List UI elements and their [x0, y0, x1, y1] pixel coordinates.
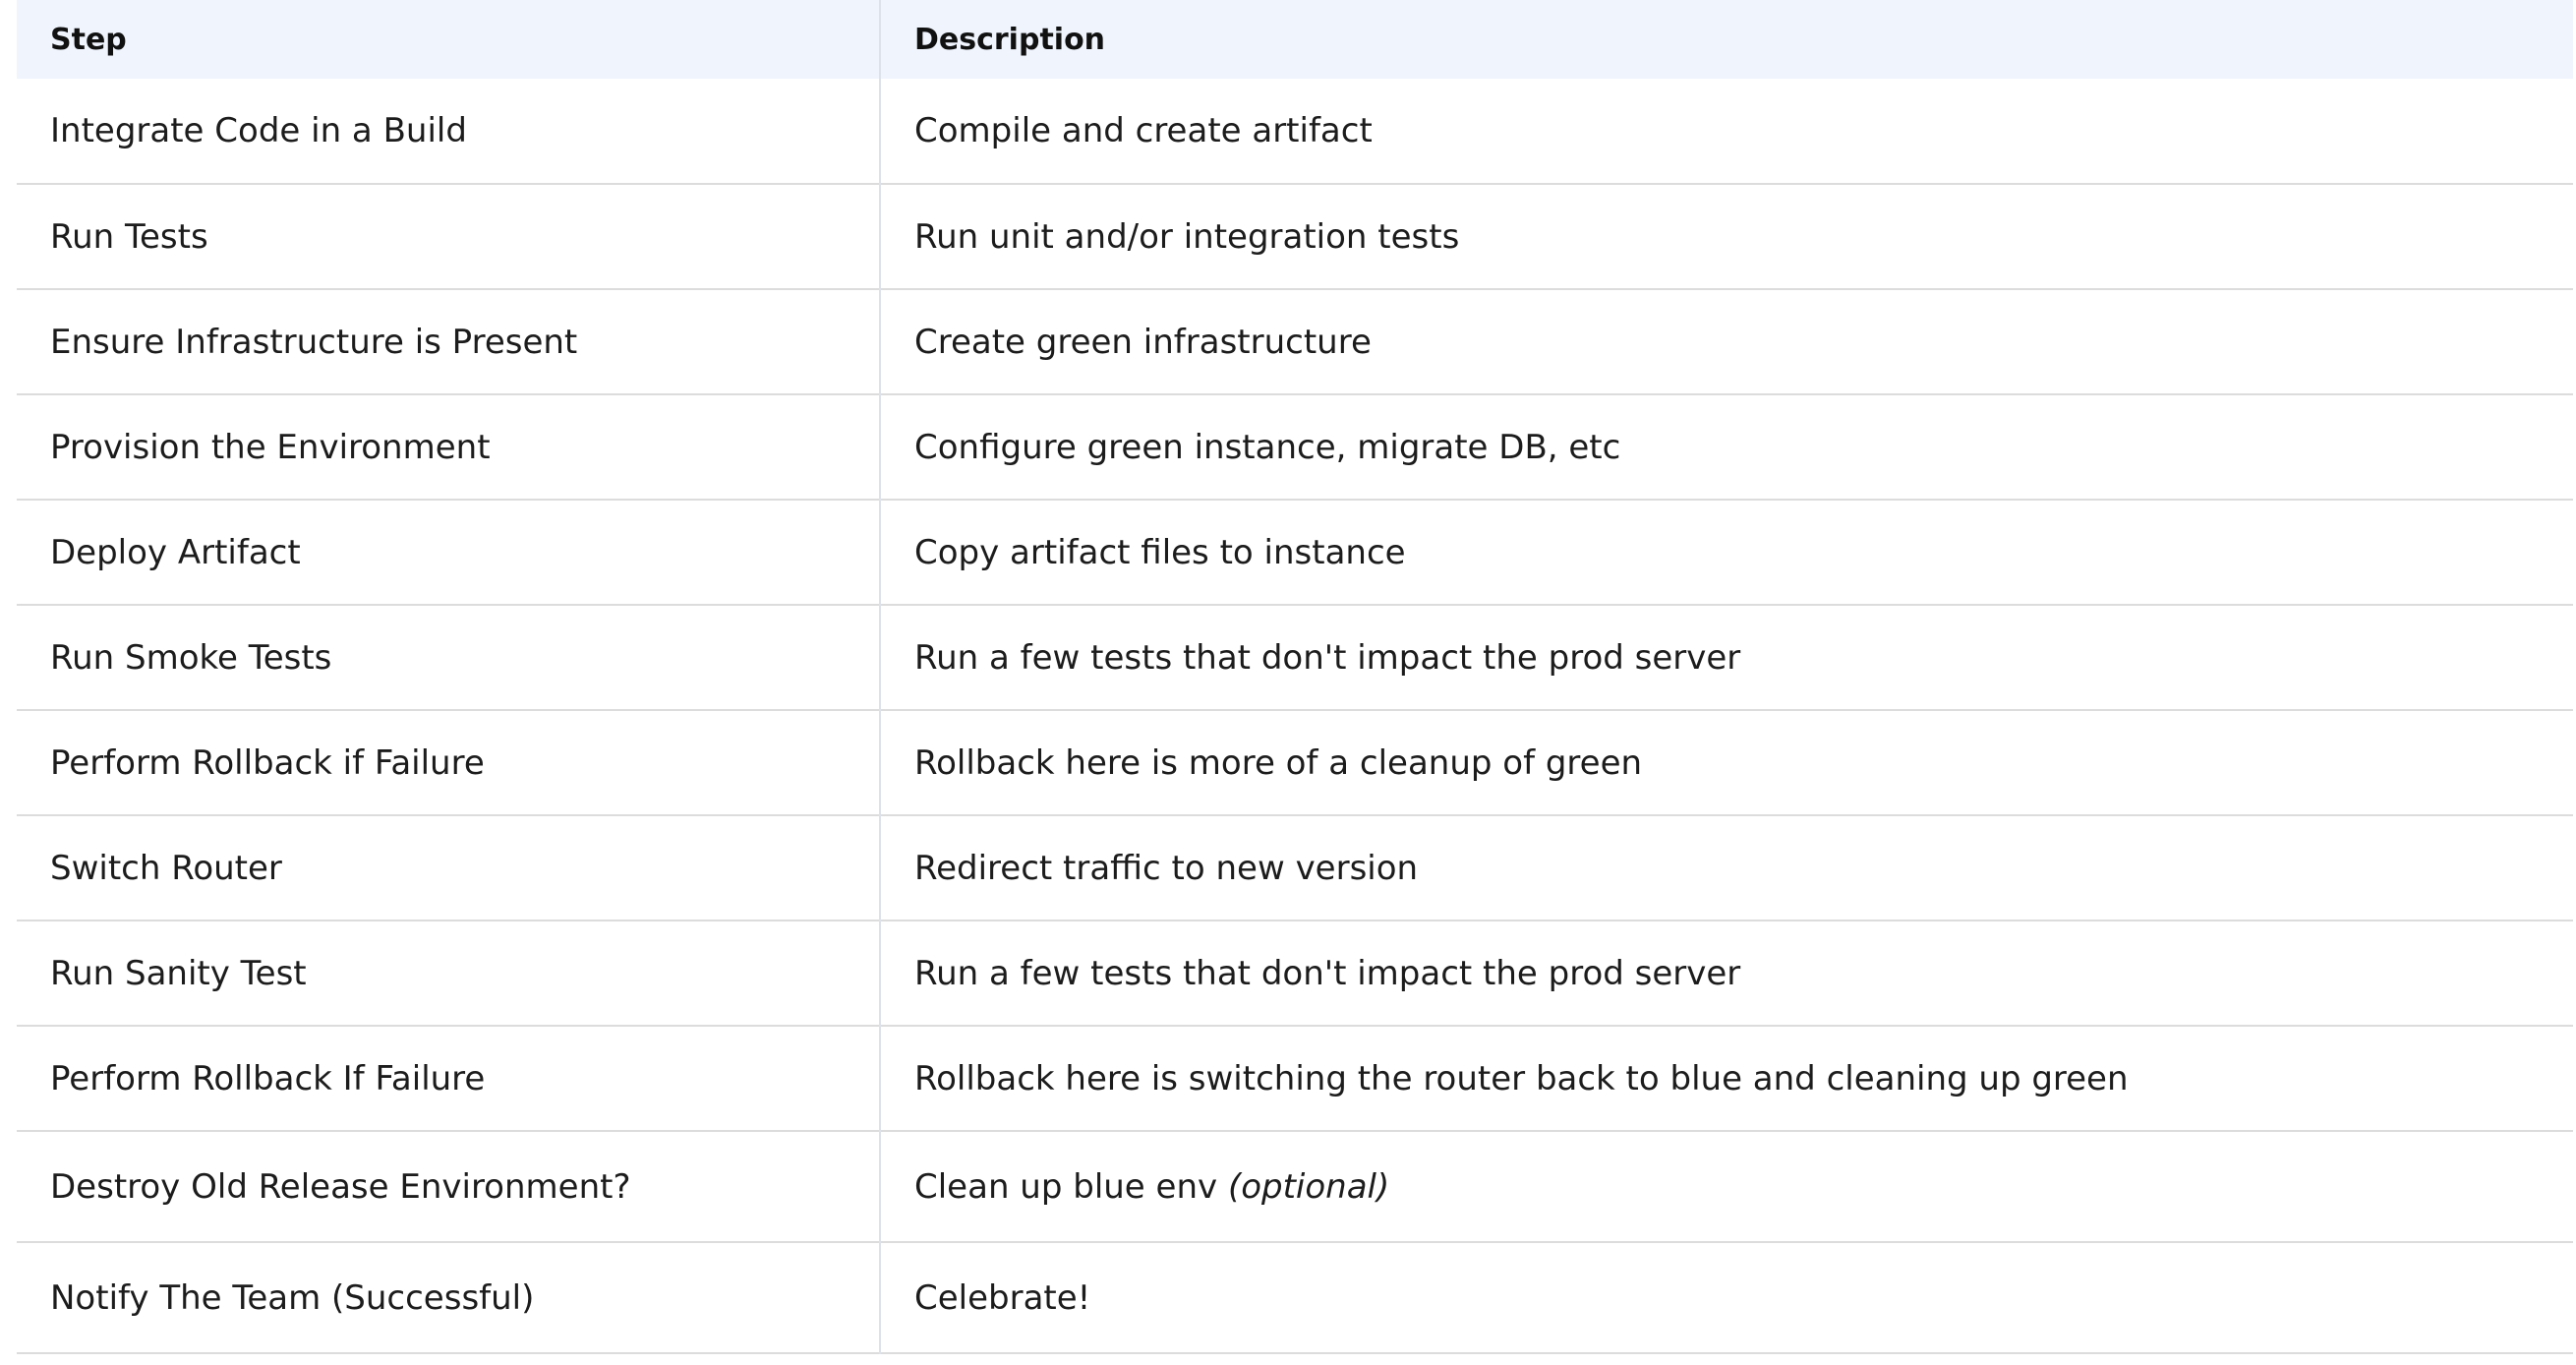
table-row: Integrate Code in a Build Compile and cr…	[17, 79, 2573, 184]
column-header-step: Step	[17, 0, 881, 79]
description-cell: Run a few tests that don't impact the pr…	[914, 637, 1741, 678]
step-cell: Run Smoke Tests	[17, 605, 881, 710]
table-row: Switch Router Redirect traffic to new ve…	[17, 815, 2573, 920]
description-cell: Clean up blue env (optional)	[880, 1131, 2573, 1242]
table-row: Perform Rollback if Failure Rollback her…	[17, 710, 2573, 815]
description-cell: Compile and create artifact	[914, 111, 1373, 150]
table-row: Ensure Infrastructure is Present Create …	[17, 289, 2573, 394]
step-cell: Run Tests	[17, 184, 881, 289]
step-cell: Destroy Old Release Environment?	[17, 1131, 881, 1242]
table-row: Deploy Artifact Copy artifact files to i…	[17, 500, 2573, 605]
optional-note: (optional)	[1227, 1166, 1390, 1207]
step-cell: Perform Rollback if Failure	[17, 710, 881, 815]
table-row: Perform Rollback If Failure Rollback her…	[17, 1026, 2573, 1131]
description-cell: Run unit and/or integration tests	[914, 216, 1460, 257]
step-cell: Deploy Artifact	[17, 500, 881, 605]
description-cell: Create green infrastructure	[914, 322, 1372, 362]
table-row: Run Sanity Test Run a few tests that don…	[17, 920, 2573, 1026]
table-header-row: Step Description	[17, 0, 2573, 79]
table-row: Run Tests Run unit and/or integration te…	[17, 184, 2573, 289]
description-cell: Copy artifact files to instance	[914, 532, 1406, 572]
description-cell: Celebrate!	[914, 1277, 1091, 1318]
step-cell: Provision the Environment	[17, 394, 881, 500]
table-row: Notify The Team (Successful) Celebrate!	[17, 1242, 2573, 1353]
table-row: Provision the Environment Configure gree…	[17, 394, 2573, 500]
table-row: Destroy Old Release Environment? Clean u…	[17, 1131, 2573, 1242]
description-cell: Rollback here is more of a cleanup of gr…	[914, 742, 1643, 783]
step-cell: Perform Rollback If Failure	[17, 1026, 881, 1131]
steps-table: Step Description Integrate Code in a Bui…	[17, 0, 2573, 1354]
description-cell: Configure green instance, migrate DB, et…	[914, 427, 1621, 467]
step-cell: Ensure Infrastructure is Present	[17, 289, 881, 394]
step-cell: Notify The Team (Successful)	[17, 1242, 881, 1353]
table-row: Run Smoke Tests Run a few tests that don…	[17, 605, 2573, 710]
table-body: Integrate Code in a Build Compile and cr…	[17, 79, 2573, 1353]
table-header: Step Description	[17, 0, 2573, 79]
steps-table-container: Step Description Integrate Code in a Bui…	[17, 0, 2573, 1354]
description-cell: Redirect traffic to new version	[914, 848, 1419, 888]
step-cell: Integrate Code in a Build	[17, 79, 881, 184]
column-header-description: Description	[914, 22, 1106, 57]
description-text: Clean up blue env	[914, 1166, 1228, 1207]
step-cell: Run Sanity Test	[17, 920, 881, 1026]
description-cell: Run a few tests that don't impact the pr…	[914, 953, 1741, 993]
description-cell: Rollback here is switching the router ba…	[914, 1058, 2129, 1098]
step-cell: Switch Router	[17, 815, 881, 920]
